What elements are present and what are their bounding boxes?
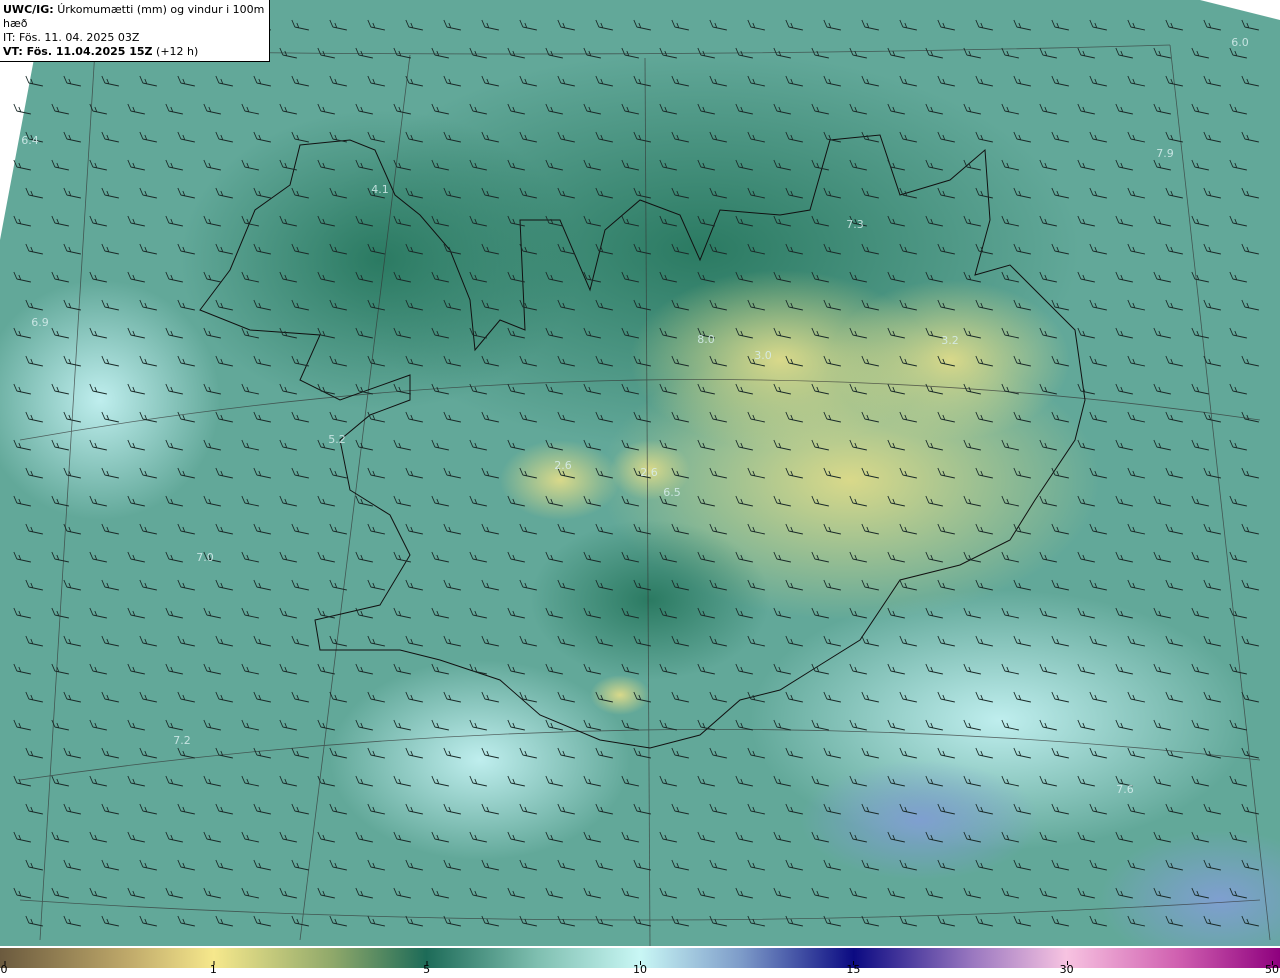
precip-value-label: 7.2 [173, 734, 191, 747]
colorbar-tick-label: 30 [1059, 961, 1074, 976]
precip-value-label: 5.2 [328, 433, 346, 446]
precip-value-label: 2.6 [554, 459, 572, 472]
precip-value-label: 7.0 [196, 551, 214, 564]
precip-value-label: 4.1 [371, 183, 389, 196]
colorbar-tick-label: 50 [1265, 961, 1279, 976]
map-title-box: UWC/IG: Úrkomumætti (mm) og vindur i 100… [0, 0, 270, 62]
weather-map: 6.0 6.4 4.1 7.9 7.3 6.9 8.0 3.0 3.2 5.2 2.6 2.6 6.5 7… [0, 0, 1280, 946]
precip-value-label: 6.5 [663, 486, 681, 499]
colorbar-tick-label: 0 [0, 961, 8, 976]
precip-value-label: 6.4 [21, 134, 39, 147]
precip-value-label: 7.3 [846, 218, 864, 231]
colorbar-tick-label: 15 [846, 961, 861, 976]
precip-value-label: 6.0 [1231, 36, 1249, 49]
precip-value-label: 3.0 [754, 349, 772, 362]
valid-time: VT: Fös. 11.04.2025 15Z [3, 45, 153, 58]
precip-value-label: 7.6 [1116, 783, 1134, 796]
colorbar-tick-label: 5 [423, 961, 431, 976]
precip-value-label: 6.9 [31, 316, 49, 329]
precip-value-label: 8.0 [697, 333, 715, 346]
precip-value-label: 2.6 [640, 466, 658, 479]
init-time: IT: Fös. 11. 04. 2025 03Z [3, 31, 140, 44]
colorbar-tick-label: 10 [633, 961, 647, 976]
lead-time: (+12 h) [156, 45, 199, 58]
precip-value-label: 7.9 [1156, 147, 1174, 160]
colorbar-tick-label: 1 [209, 961, 217, 976]
precip-value-label: 3.2 [941, 334, 959, 347]
model-label: UWC/IG: [3, 3, 54, 16]
